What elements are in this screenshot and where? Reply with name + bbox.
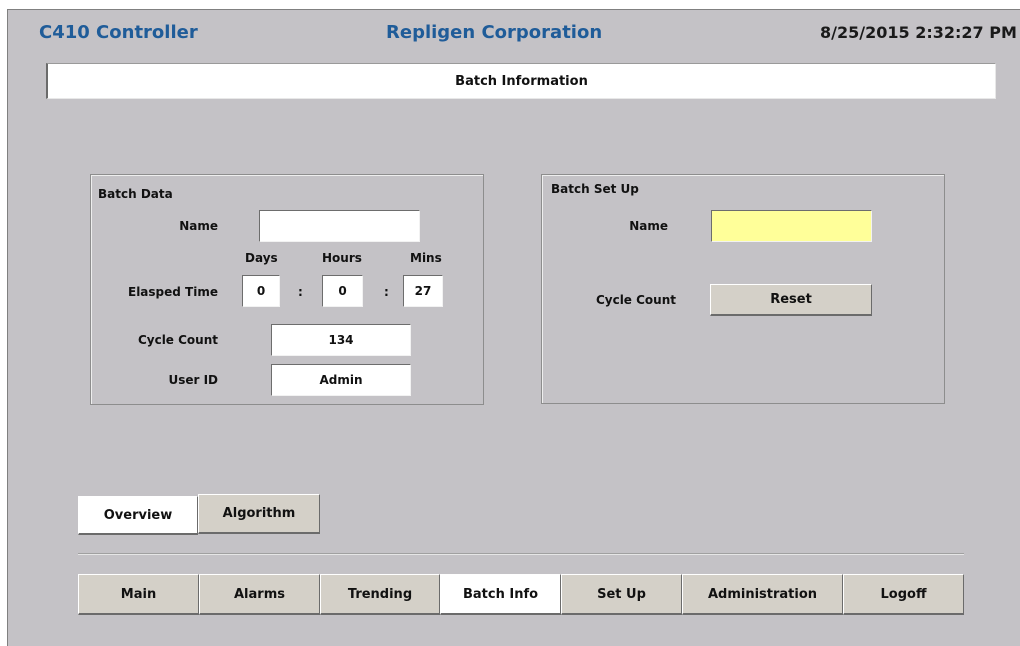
nav-trending-button[interactable]: Trending — [320, 574, 440, 615]
company-name: Repligen Corporation — [386, 22, 603, 43]
elapsed-hours-field: 0 — [322, 275, 363, 307]
user-id-field: Admin — [271, 364, 411, 396]
nav-main-button[interactable]: Main — [78, 574, 199, 615]
tab-algorithm[interactable]: Algorithm — [198, 494, 320, 534]
datetime-display: 8/25/2015 2:32:27 PM — [820, 23, 1017, 42]
batch-data-title: Batch Data — [98, 187, 173, 201]
batch-name-label: Name — [179, 219, 218, 233]
app-title: C410 Controller — [39, 22, 198, 43]
elapsed-time-label: Elasped Time — [128, 285, 218, 299]
setup-cycle-count-label: Cycle Count — [595, 293, 676, 307]
page-title-text: Batch Information — [455, 73, 588, 89]
reset-cycle-count-button[interactable]: Reset — [710, 284, 872, 316]
tab-overview[interactable]: Overview — [78, 496, 198, 535]
nav-alarms-button[interactable]: Alarms — [199, 574, 320, 615]
batch-name-field[interactable] — [259, 210, 420, 242]
cycle-count-field: 134 — [271, 324, 411, 356]
nav-administration-button[interactable]: Administration — [682, 574, 843, 615]
nav-batch-info-button[interactable]: Batch Info — [440, 574, 561, 615]
nav-logoff-button[interactable]: Logoff — [843, 574, 964, 615]
divider — [78, 553, 964, 555]
elapsed-mins-field: 27 — [403, 275, 443, 307]
setup-name-field[interactable] — [711, 210, 872, 242]
elapsed-days-field: 0 — [242, 275, 280, 307]
mins-label: Mins — [410, 251, 442, 265]
batch-setup-title: Batch Set Up — [551, 182, 639, 196]
time-separator: : — [298, 285, 303, 299]
nav-set-up-button[interactable]: Set Up — [561, 574, 682, 615]
page-title: Batch Information — [46, 63, 996, 99]
cycle-count-label: Cycle Count — [137, 333, 218, 347]
hours-label: Hours — [322, 251, 362, 265]
user-id-label: User ID — [168, 373, 218, 387]
setup-name-label: Name — [629, 219, 668, 233]
time-separator: : — [384, 285, 389, 299]
days-label: Days — [245, 251, 278, 265]
